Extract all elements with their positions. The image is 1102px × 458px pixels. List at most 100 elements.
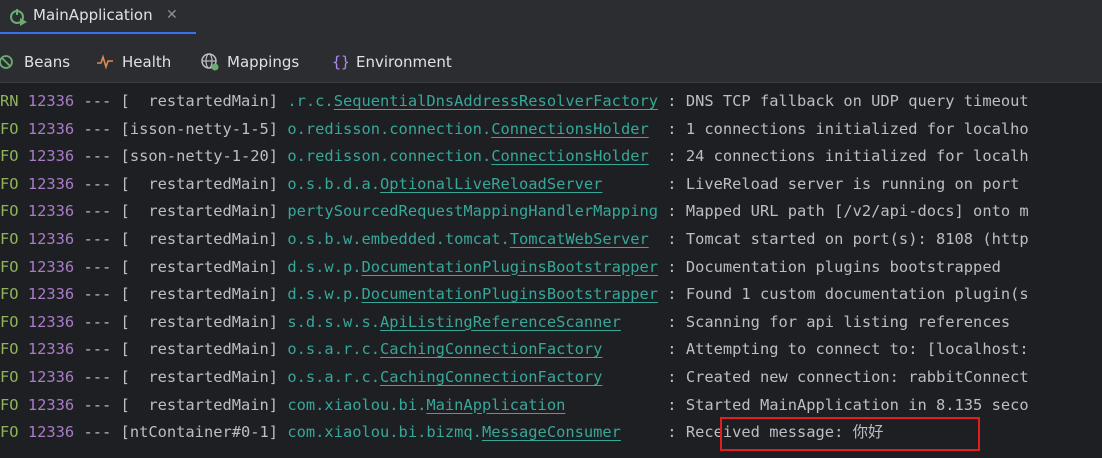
logger-class-link[interactable]: MessageConsumer	[482, 423, 621, 441]
thread-name: [ restartedMain]	[120, 202, 279, 221]
process-id: 12336	[27, 119, 75, 138]
separator: ---	[83, 312, 112, 331]
log-message: Started MainApplication in 8.135 seco	[685, 395, 1029, 414]
tab-beans-label: Beans	[24, 53, 71, 71]
thread-name: [ restartedMain]	[120, 174, 279, 193]
logger-name[interactable]: o.redisson.connection.ConnectionsHolder	[287, 143, 667, 170]
thread-name: [ restartedMain]	[120, 340, 279, 359]
logger-class-link[interactable]: DocumentationPluginsBootstrapper	[362, 285, 659, 303]
logger-package: d.s.w.p.	[287, 285, 362, 304]
logger-class-link[interactable]: ApiListingReferenceScanner	[380, 313, 621, 331]
console-line: FO 12336 --- [ restartedMain] o.s.b.d.a.…	[0, 171, 1019, 198]
highlight-box	[720, 417, 980, 451]
log-message: 1 connections initialized for localho	[685, 119, 1029, 138]
log-message: Attempting to connect to: [localhost:	[685, 340, 1029, 359]
colon-separator: :	[667, 312, 677, 331]
separator: ---	[83, 340, 112, 359]
colon-separator: :	[667, 257, 677, 276]
logger-class-link[interactable]: SequentialDnsAddressResolverFactory	[334, 92, 658, 110]
thread-name: [ restartedMain]	[120, 92, 279, 110]
run-tab-bar: MainApplication ✕	[0, 0, 1102, 35]
logger-name[interactable]: o.s.b.w.embedded.tomcat.TomcatWebServer	[287, 226, 667, 253]
logger-name[interactable]: o.s.a.r.c.CachingConnectionFactory	[287, 364, 667, 391]
log-level: RN	[0, 92, 19, 110]
logger-class-link[interactable]: CachingConnectionFactory	[380, 368, 602, 386]
console-line: FO 12336 --- [ restartedMain] d.s.w.p.Do…	[0, 254, 1001, 281]
logger-class-link[interactable]: ConnectionsHolder	[491, 120, 649, 138]
colon-separator: :	[667, 340, 677, 359]
separator: ---	[83, 119, 112, 138]
logger-class-link[interactable]: OptionalLiveReloadServer	[380, 175, 602, 193]
logger-package: o.s.a.r.c.	[287, 368, 381, 386]
logger-name[interactable]: d.s.w.p.DocumentationPluginsBootstrapper	[287, 281, 667, 308]
logger-name[interactable]: com.xiaolou.bi.bizmq.MessageConsumer	[287, 419, 667, 446]
colon-separator: :	[667, 174, 677, 193]
logger-package: o.redisson.connection.	[287, 147, 492, 166]
console-line: FO 12336 --- [ restartedMain] pertySourc…	[0, 198, 1029, 225]
close-icon[interactable]: ✕	[166, 7, 178, 23]
logger-package: o.s.a.r.c.	[287, 340, 381, 359]
thread-name: [ restartedMain]	[120, 285, 279, 304]
log-level: FO	[0, 312, 19, 331]
console-output[interactable]: RN 12336 --- [ restartedMain] .r.c.Seque…	[0, 86, 1102, 458]
spring-boot-run-icon	[10, 9, 27, 26]
logger-class-link[interactable]: CachingConnectionFactory	[380, 340, 602, 358]
tab-environment[interactable]: {} Environment	[332, 51, 452, 73]
logger-class-link[interactable]: TomcatWebServer	[510, 230, 649, 248]
logger-name[interactable]: o.redisson.connection.ConnectionsHolder	[287, 116, 667, 143]
logger-class-link[interactable]: ConnectionsHolder	[491, 147, 649, 165]
logger-name[interactable]: s.d.s.w.s.ApiListingReferenceScanner	[287, 309, 667, 336]
process-id: 12336	[27, 147, 75, 166]
log-level: FO	[0, 340, 19, 359]
logger-class-link[interactable]: DocumentationPluginsBootstrapper	[362, 258, 659, 276]
logger-name[interactable]: d.s.w.p.DocumentationPluginsBootstrapper	[287, 254, 667, 281]
thread-name: [isson-netty-1-5]	[120, 119, 279, 138]
logger-class-link[interactable]: MainApplication	[426, 396, 565, 414]
process-id: 12336	[27, 340, 75, 359]
logger-name[interactable]: o.s.b.d.a.OptionalLiveReloadServer	[287, 171, 667, 198]
process-id: 12336	[27, 423, 75, 442]
process-id: 12336	[27, 257, 75, 276]
thread-name: [ restartedMain]	[120, 230, 279, 248]
log-level: FO	[0, 119, 19, 138]
health-icon	[97, 54, 113, 70]
tab-mappings[interactable]: Mappings	[201, 51, 299, 73]
separator: ---	[83, 92, 112, 110]
run-tab-main-application[interactable]: MainApplication ✕	[0, 0, 196, 34]
tab-health[interactable]: Health	[96, 51, 171, 73]
environment-icon: {}	[332, 53, 348, 71]
tab-beans[interactable]: Beans	[0, 51, 70, 73]
process-id: 12336	[27, 285, 75, 304]
log-level: FO	[0, 368, 19, 386]
logger-name[interactable]: com.xiaolou.bi.MainApplication	[287, 392, 667, 419]
logger-name[interactable]: .r.c.SequentialDnsAddressResolverFactory	[287, 88, 667, 115]
separator: ---	[83, 202, 112, 221]
log-message: LiveReload server is running on port	[685, 174, 1020, 193]
console-line: FO 12336 --- [ restartedMain] d.s.w.p.Do…	[0, 281, 1029, 308]
log-message: Scanning for api listing references	[685, 312, 1011, 331]
log-level: FO	[0, 174, 19, 193]
log-message: Documentation plugins bootstrapped	[685, 257, 1001, 276]
logger-name[interactable]: o.s.a.r.c.CachingConnectionFactory	[287, 336, 667, 363]
process-id: 12336	[27, 202, 75, 221]
separator: ---	[83, 285, 112, 304]
logger-name[interactable]: pertySourcedRequestMappingHandlerMapping	[287, 198, 667, 225]
